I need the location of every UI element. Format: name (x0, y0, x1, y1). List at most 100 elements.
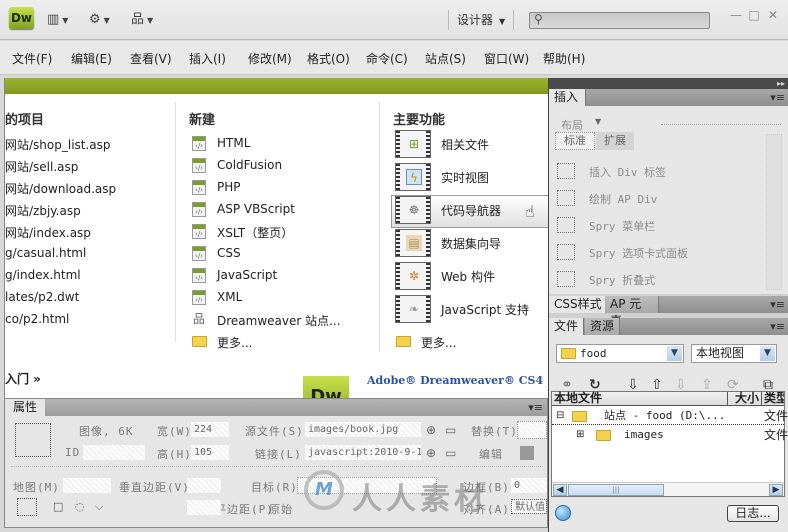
tab-assets[interactable]: 资源 (585, 318, 621, 335)
src-field[interactable]: images/book.jpg (305, 422, 421, 437)
recent-item[interactable]: g/index.html (5, 268, 81, 282)
panel-menu-icon[interactable]: ▾≡ (770, 320, 785, 333)
menu-edit[interactable]: 编辑(E) (71, 50, 112, 67)
feature-code-navigator[interactable]: 代码导航器 (441, 202, 501, 219)
site-select[interactable]: food ▼ (556, 344, 684, 363)
menu-site[interactable]: 站点(S) (425, 50, 466, 67)
scrollbar-thumb[interactable]: ||| (568, 484, 664, 496)
vspace-field[interactable] (187, 478, 221, 493)
new-html-link[interactable]: HTML (217, 136, 250, 150)
expand-icon[interactable]: ⊞ (576, 426, 584, 444)
hspace-field[interactable] (187, 500, 221, 515)
menu-help[interactable]: 帮助(H) (543, 50, 585, 67)
subtab-extend[interactable]: 扩展 (596, 132, 634, 150)
new-coldfusion-link[interactable]: ColdFusion (217, 158, 282, 172)
polygon-hotspot-tool[interactable]: ⌵ (95, 500, 103, 514)
minimize-button[interactable]: — (728, 8, 744, 22)
browse-folder-icon[interactable]: ▭ (445, 423, 456, 437)
site-button[interactable]: 品 ▼ (131, 12, 153, 28)
column-local-files[interactable]: 本地文件 (552, 392, 728, 406)
recent-item[interactable]: co/p2.html (5, 312, 69, 326)
new-xml-link[interactable]: XML (217, 290, 242, 304)
file-row[interactable]: ⊞ images 文件 (552, 426, 788, 444)
new-css-link[interactable]: CSS (217, 246, 241, 260)
feature-related-files[interactable]: 相关文件 (441, 136, 489, 153)
recent-item[interactable]: 网站/download.asp (5, 180, 116, 197)
width-field[interactable]: 224 (191, 422, 229, 437)
maximize-button[interactable]: □ (746, 8, 762, 22)
column-type[interactable]: 类型 (762, 392, 784, 406)
panel-menu-icon[interactable]: ▾≡ (770, 91, 785, 104)
file-row[interactable]: ⊟ 站点 - food (D:\... 文件 (552, 407, 788, 425)
recent-item[interactable]: 网站/index.asp (5, 224, 91, 241)
column-size[interactable]: 大小 (728, 392, 762, 406)
point-to-file-icon[interactable]: ⊕ (426, 423, 436, 437)
feature-dataset-wizard[interactable]: 数据集向导 (441, 235, 501, 252)
tab-ap-elements[interactable]: AP 元素 (605, 296, 659, 328)
scroll-left-icon[interactable]: ◀ (553, 484, 567, 496)
browse-folder-icon[interactable]: ▭ (445, 446, 456, 460)
menu-window[interactable]: 窗口(W) (484, 50, 529, 67)
tab-properties[interactable]: 属性 (5, 399, 45, 416)
layout-button[interactable]: ▥ ▼ (47, 12, 68, 28)
insert-item[interactable]: 绘制 AP Div (589, 191, 657, 207)
horizontal-scrollbar[interactable]: ◀ ||| ▶ (552, 482, 784, 496)
link-field[interactable]: javascript:2010-9-10.xml (305, 445, 421, 460)
recent-item[interactable]: 网站/zbjy.asp (5, 202, 81, 219)
recent-item[interactable]: 网站/sell.asp (5, 158, 78, 175)
scroll-right-icon[interactable]: ▶ (769, 484, 783, 496)
panel-menu-icon[interactable]: ▾≡ (528, 401, 543, 414)
new-xslt-link[interactable]: XSLT（整页） (217, 224, 293, 241)
view-select[interactable]: 本地视图 ▼ (691, 344, 777, 363)
feature-live-view[interactable]: 实时视图 (441, 169, 489, 186)
menu-insert[interactable]: 插入(I) (189, 50, 226, 67)
insert-item[interactable]: Spry 菜单栏 (589, 218, 655, 234)
insert-scrollbar[interactable] (766, 134, 782, 290)
map-field[interactable] (63, 478, 111, 493)
rect-hotspot-tool[interactable]: □ (53, 500, 63, 513)
recent-item[interactable]: lates/p2.dwt (5, 290, 79, 304)
id-field[interactable] (83, 445, 145, 460)
new-more-link[interactable]: 更多... (217, 334, 252, 351)
alt-field[interactable] (517, 421, 547, 439)
insert-category-select[interactable]: 布局 (561, 117, 583, 133)
promo-title[interactable]: Adobe® Dreamweaver® CS4 (367, 374, 543, 387)
search-input[interactable]: ⚲ (529, 12, 710, 29)
close-button[interactable]: ✕ (765, 8, 781, 22)
menu-view[interactable]: 查看(V) (130, 50, 172, 67)
new-asp-link[interactable]: ASP VBScript (217, 202, 295, 216)
extend-button[interactable]: ⚙ ▼ (89, 12, 110, 28)
insert-item[interactable]: Spry 折叠式 (589, 272, 655, 288)
point-to-file-icon[interactable]: ⊕ (426, 446, 436, 460)
menu-format[interactable]: 格式(O) (307, 50, 350, 67)
menu-modify[interactable]: 修改(M) (248, 50, 292, 67)
recent-item[interactable]: 网站/shop_list.asp (5, 136, 111, 153)
circle-hotspot-tool[interactable]: ◌ (75, 500, 85, 513)
feature-javascript-support[interactable]: JavaScript 支持 (441, 301, 529, 318)
tab-files[interactable]: 文件 (549, 318, 585, 335)
menu-commands[interactable]: 命令(C) (366, 50, 408, 67)
edit-image-icon[interactable] (520, 446, 534, 460)
insert-item[interactable]: 插入 Div 标签 (589, 164, 666, 180)
quick-start-link[interactable]: 入门 » (5, 370, 41, 387)
tab-css-styles[interactable]: CSS样式 (549, 296, 608, 313)
tab-insert[interactable]: 插入 (549, 89, 586, 106)
height-field[interactable]: 105 (191, 445, 229, 460)
subtab-standard[interactable]: 标准 (555, 132, 595, 150)
new-site-link[interactable]: Dreamweaver 站点... (217, 312, 341, 329)
collapse-icon[interactable]: ⊟ (556, 407, 564, 425)
features-more-link[interactable]: 更多... (421, 334, 456, 351)
workspace-switcher[interactable]: 设计器 ▼ (448, 10, 515, 30)
align-select[interactable]: 默认值 (511, 499, 547, 514)
border-field[interactable]: 0 (511, 478, 547, 493)
feature-web-widgets[interactable]: Web 构件 (441, 268, 495, 285)
panel-menu-icon[interactable]: ▾≡ (770, 298, 785, 311)
recent-item[interactable]: g/casual.html (5, 246, 86, 260)
pointer-hotspot-tool[interactable] (17, 498, 37, 516)
collapse-panels-icon[interactable]: ▸▸ (549, 78, 788, 89)
menu-file[interactable]: 文件(F) (12, 50, 52, 67)
insert-item[interactable]: Spry 选项卡式面板 (589, 245, 688, 261)
new-php-link[interactable]: PHP (217, 180, 241, 194)
new-javascript-link[interactable]: JavaScript (217, 268, 277, 282)
log-button[interactable]: 日志... (727, 505, 779, 522)
